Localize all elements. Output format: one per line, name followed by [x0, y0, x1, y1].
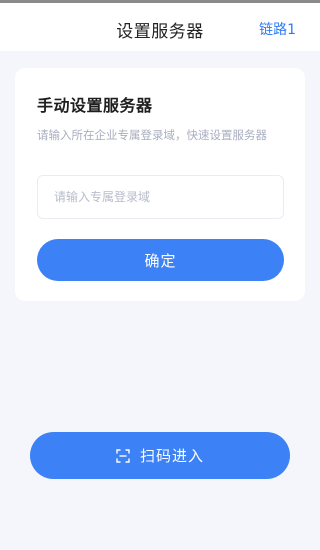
login-domain-field[interactable]: [37, 175, 284, 219]
scan-icon: [116, 448, 130, 463]
scan-enter-label: 扫码进入: [139, 447, 204, 465]
card-description: 请输入所在企业专属登录域，快速设置服务器: [37, 128, 267, 142]
confirm-button[interactable]: 确定: [37, 239, 284, 281]
manual-server-card: 手动设置服务器 请输入所在企业专属登录域，快速设置服务器 确定: [15, 68, 305, 301]
scan-enter-button[interactable]: 扫码进入: [30, 432, 290, 479]
card-title: 手动设置服务器: [37, 96, 153, 115]
navigation-bar: 设置服务器 链路1: [0, 3, 320, 51]
link-route-button[interactable]: 链路1: [259, 19, 296, 39]
login-domain-input[interactable]: [38, 176, 283, 218]
